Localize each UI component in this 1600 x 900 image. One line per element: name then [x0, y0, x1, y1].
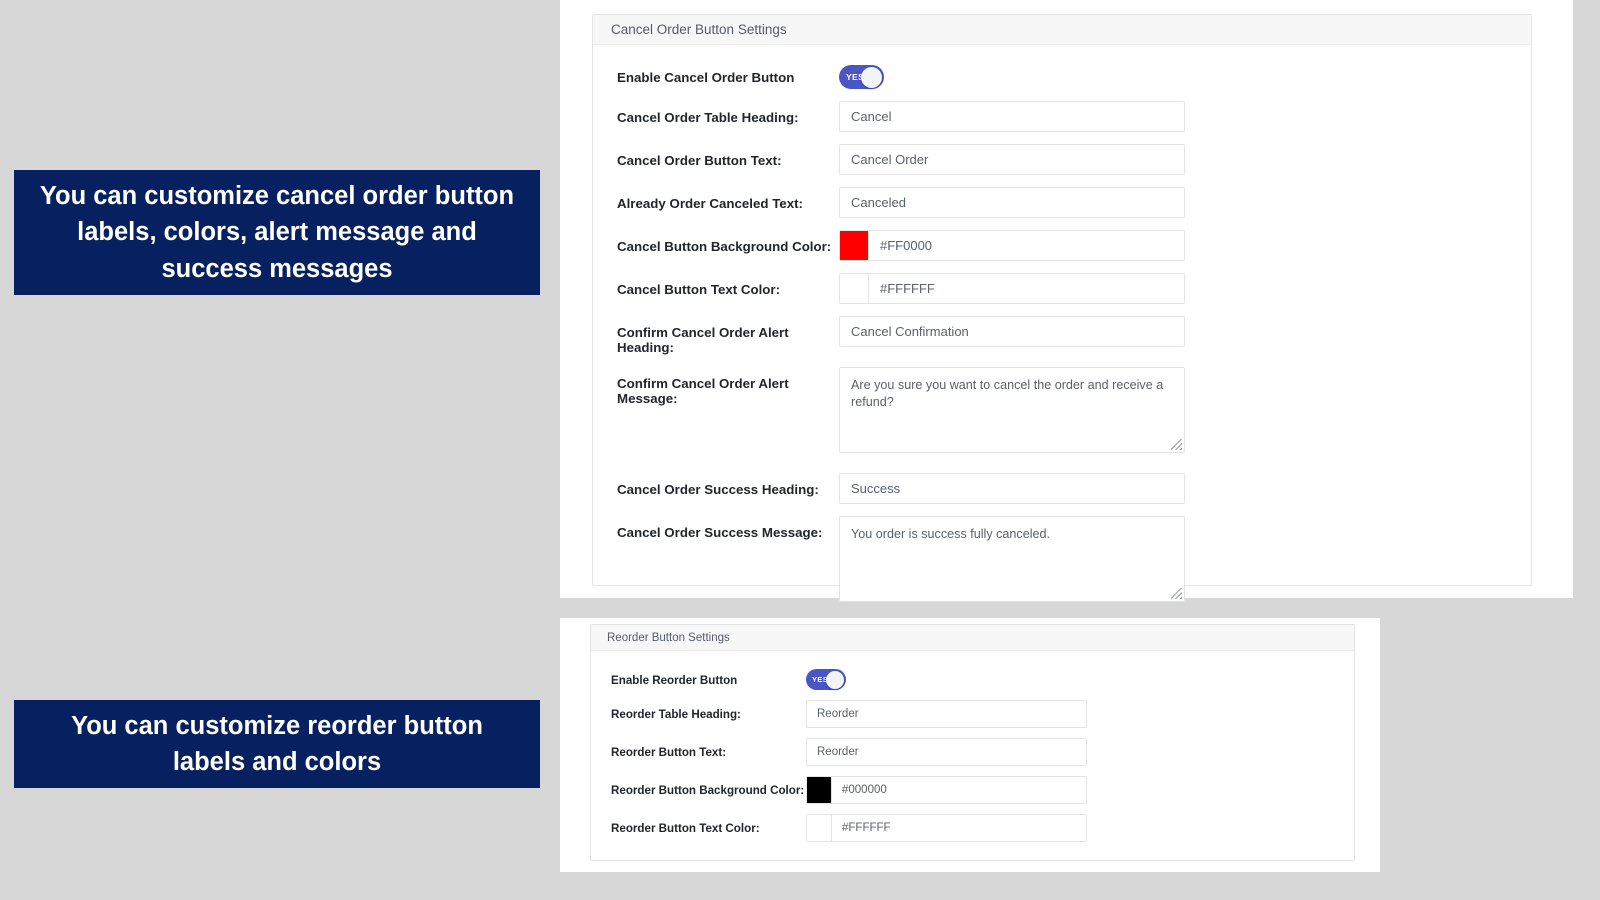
field-label-cancel-order-table-heading: Cancel Order Table Heading:: [617, 110, 799, 125]
form-row-confirm-cancel-order-alert-message: Confirm Cancel Order Alert Message: Are y…: [593, 361, 1531, 459]
form-row-cancel-order-success-message: Cancel Order Success Message: You order i…: [593, 510, 1531, 608]
input-already-order-canceled-text[interactable]: Canceled: [839, 187, 1185, 218]
input-value: Cancel: [851, 109, 892, 124]
input-value: Success: [851, 481, 901, 496]
field-control-already-order-canceled-text: Canceled: [839, 187, 1185, 218]
form-row-cancel-button-text-color: Cancel Button Text Color: #FFFFFF: [593, 267, 1531, 310]
field-label-reorder-button-background-color: Reorder Button Background Color:: [611, 784, 805, 797]
cancel-order-settings-card: Cancel Order Button Settings Enable Canc…: [592, 14, 1532, 602]
field-control-confirm-cancel-order-alert-message: Are you sure you want to cancel the orde…: [839, 367, 1185, 453]
color-value: #000000: [842, 784, 887, 796]
field-label-confirm-cancel-order-alert-heading: Confirm Cancel Order Alert Heading:: [617, 325, 789, 355]
input-value: Canceled: [851, 195, 906, 210]
field-label-already-order-canceled-text: Already Order Canceled Text:: [617, 196, 803, 211]
field-control-enable-reorder-button: YES: [806, 666, 846, 690]
resize-handle-icon[interactable]: [1171, 588, 1182, 599]
field-label-enable-cancel-order-button: Enable Cancel Order Button: [617, 70, 795, 85]
input-value: Cancel Confirmation: [851, 324, 969, 339]
field-control-cancel-button-text-color: #FFFFFF: [839, 273, 1185, 304]
color-swatch-cancel-button-text-color[interactable]: [840, 274, 869, 303]
field-label-reorder-button-text-color: Reorder Button Text Color:: [611, 822, 760, 835]
toggle-knob: [861, 66, 882, 88]
input-cancel-order-button-text[interactable]: Cancel Order: [839, 144, 1185, 175]
field-control-cancel-order-button-text: Cancel Order: [839, 144, 1185, 175]
form-row-cancel-order-table-heading: Cancel Order Table Heading: Cancel: [593, 95, 1531, 138]
form-row-enable-reorder-button: Enable Reorder Button YES: [591, 661, 1354, 695]
form-row-cancel-order-success-heading: Cancel Order Success Heading: Success: [593, 467, 1531, 510]
callout-reorder-text: You can customize reorder button labels …: [71, 711, 483, 776]
form-row-reorder-button-background-color: Reorder Button Background Color: #000000: [591, 771, 1354, 809]
form-row-reorder-button-text: Reorder Button Text: Reorder: [591, 733, 1354, 771]
input-confirm-cancel-order-alert-heading[interactable]: Cancel Confirmation: [839, 316, 1185, 347]
field-control-cancel-order-success-heading: Success: [839, 473, 1185, 504]
textarea-value: You order is success fully canceled.: [851, 527, 1051, 541]
screenshot-reorder-settings: Reorder Button Settings Enable Reorder B…: [560, 618, 1380, 872]
callout-cancel-order-text: You can customize cancel order button la…: [39, 182, 515, 283]
color-value: #FF0000: [880, 238, 933, 253]
color-input-cancel-button-background-color[interactable]: #FF0000: [839, 230, 1185, 261]
field-control-reorder-button-background-color: #000000: [806, 776, 1087, 804]
reorder-settings-body: Enable Reorder Button YES Reorder Table He…: [591, 651, 1354, 847]
field-control-reorder-table-heading: Reorder: [806, 700, 1087, 728]
field-label-cancel-order-success-heading: Cancel Order Success Heading:: [617, 482, 819, 497]
color-input-cancel-button-text-color[interactable]: #FFFFFF: [839, 273, 1185, 304]
color-input-reorder-button-text-color[interactable]: #FFFFFF: [806, 814, 1087, 842]
input-cancel-order-success-heading[interactable]: Success: [839, 473, 1185, 504]
field-label-cancel-button-background-color: Cancel Button Background Color:: [617, 239, 832, 254]
field-label-confirm-cancel-order-alert-message: Confirm Cancel Order Alert Message:: [617, 376, 789, 406]
field-control-enable-cancel-order-button: YES: [839, 61, 884, 89]
input-cancel-order-table-heading[interactable]: Cancel: [839, 101, 1185, 132]
screenshot-cancel-order-settings: Cancel Order Button Settings Enable Canc…: [560, 0, 1573, 602]
field-label-reorder-table-heading: Reorder Table Heading:: [611, 708, 741, 721]
reorder-settings-title: Reorder Button Settings: [607, 631, 730, 644]
callout-reorder: You can customize reorder button labels …: [14, 700, 540, 788]
input-value: Reorder: [817, 708, 859, 720]
form-row-confirm-cancel-order-alert-heading: Confirm Cancel Order Alert Heading: Cance…: [593, 310, 1531, 361]
field-control-reorder-button-text-color: #FFFFFF: [806, 814, 1087, 842]
color-value: #FFFFFF: [842, 822, 891, 834]
field-control-cancel-button-background-color: #FF0000: [839, 230, 1185, 261]
field-control-cancel-order-table-heading: Cancel: [839, 101, 1185, 132]
form-row-reorder-table-heading: Reorder Table Heading: Reorder: [591, 695, 1354, 733]
form-row-enable-cancel-order-button: Enable Cancel Order Button YES: [593, 55, 1531, 95]
form-row-cancel-button-background-color: Cancel Button Background Color: #FF0000: [593, 224, 1531, 267]
form-row-cancel-order-button-text: Cancel Order Button Text: Cancel Order: [593, 138, 1531, 181]
color-swatch-reorder-button-background-color[interactable]: [807, 777, 832, 803]
field-label-cancel-order-button-text: Cancel Order Button Text:: [617, 153, 782, 168]
cancel-order-settings-title: Cancel Order Button Settings: [611, 22, 787, 37]
resize-handle-icon[interactable]: [1171, 439, 1182, 450]
color-value: #FFFFFF: [880, 281, 935, 296]
field-label-cancel-button-text-color: Cancel Button Text Color:: [617, 282, 781, 297]
toggle-enable-cancel-order-button[interactable]: YES: [839, 65, 884, 89]
toggle-knob: [826, 670, 844, 689]
row-spacer: [593, 608, 1531, 616]
input-reorder-table-heading[interactable]: Reorder: [806, 700, 1087, 728]
field-label-cancel-order-success-message: Cancel Order Success Message:: [617, 525, 823, 540]
toggle-enable-reorder-button[interactable]: YES: [806, 669, 846, 690]
callout-cancel-order: You can customize cancel order button la…: [14, 170, 540, 295]
color-input-reorder-button-background-color[interactable]: #000000: [806, 776, 1087, 804]
input-value: Reorder: [817, 746, 859, 758]
input-value: Cancel Order: [851, 152, 929, 167]
reorder-settings-card: Reorder Button Settings Enable Reorder B…: [590, 624, 1355, 861]
form-row-already-order-canceled-text: Already Order Canceled Text: Canceled: [593, 181, 1531, 224]
field-control-cancel-order-success-message: You order is success fully canceled.: [839, 516, 1185, 602]
reorder-settings-header: Reorder Button Settings: [591, 625, 1354, 651]
input-reorder-button-text[interactable]: Reorder: [806, 738, 1087, 766]
field-label-enable-reorder-button: Enable Reorder Button: [611, 674, 738, 687]
form-row-reorder-button-text-color: Reorder Button Text Color: #FFFFFF: [591, 809, 1354, 847]
textarea-value: Are you sure you want to cancel the orde…: [851, 378, 1164, 409]
color-swatch-cancel-button-background-color[interactable]: [840, 231, 869, 260]
field-label-reorder-button-text: Reorder Button Text:: [611, 746, 727, 759]
row-spacer: [593, 459, 1531, 467]
field-control-reorder-button-text: Reorder: [806, 738, 1087, 766]
textarea-cancel-order-success-message[interactable]: You order is success fully canceled.: [839, 516, 1185, 602]
cancel-order-settings-header: Cancel Order Button Settings: [593, 15, 1531, 45]
textarea-confirm-cancel-order-alert-message[interactable]: Are you sure you want to cancel the orde…: [839, 367, 1185, 453]
cancel-order-settings-body: Enable Cancel Order Button YES Cancel Orde…: [593, 45, 1531, 616]
field-control-confirm-cancel-order-alert-heading: Cancel Confirmation: [839, 316, 1185, 347]
color-swatch-reorder-button-text-color[interactable]: [807, 815, 832, 841]
